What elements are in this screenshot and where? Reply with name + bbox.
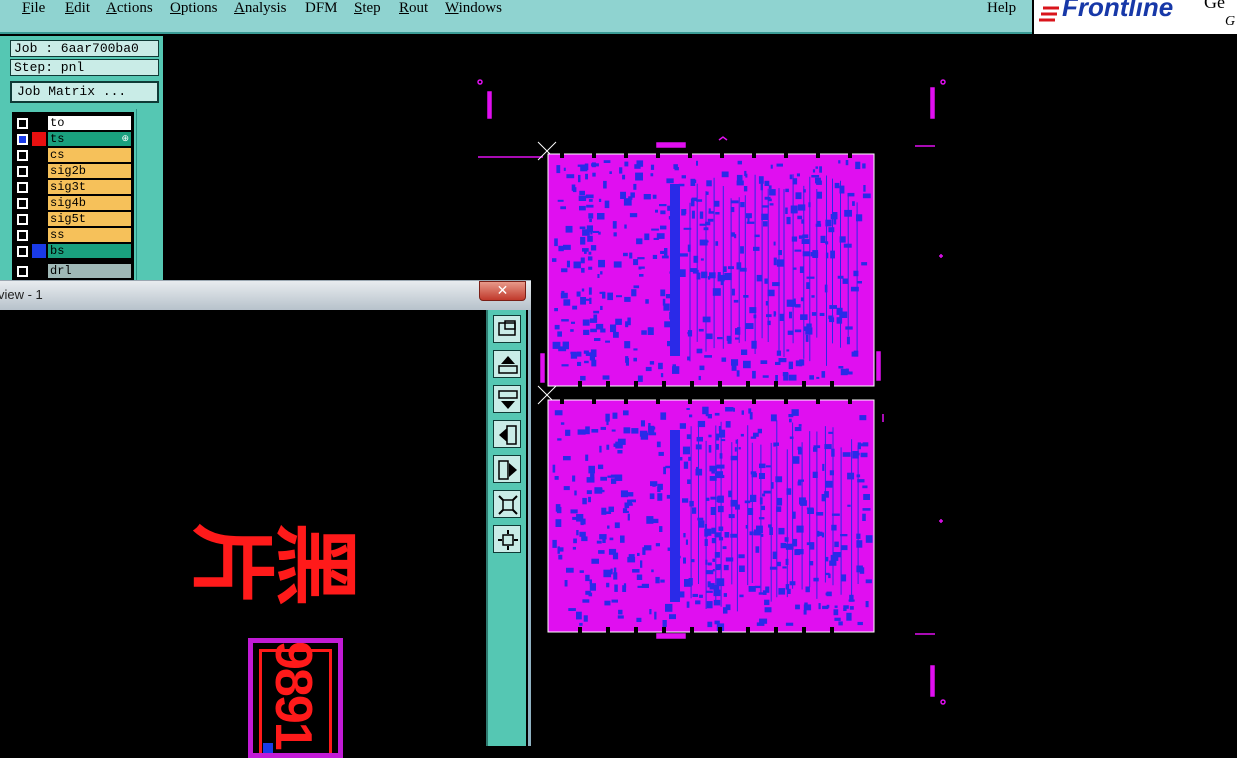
layer-color-swatch[interactable] (32, 180, 46, 194)
preview-toolbar (486, 310, 526, 746)
menu-rout[interactable]: Rout (399, 0, 428, 17)
zoom-out-button[interactable] (493, 525, 521, 553)
zoom-window-button[interactable] (493, 315, 521, 343)
pan-right-icon (498, 460, 517, 480)
layer-row-sig4b[interactable]: sig4b (12, 196, 134, 211)
layer-checkbox[interactable] (17, 166, 28, 177)
logo-cut-text: Ge (1204, 0, 1225, 12)
pan-left-icon (499, 425, 517, 445)
zoom-window-icon (498, 320, 516, 336)
preview-window: view - 1 ✕ 黑片 9891 (0, 280, 531, 758)
preview-number-frame: 9891 (248, 638, 343, 758)
layer-row-sig3t[interactable]: sig3t (12, 180, 134, 195)
job-matrix-button[interactable]: Job Matrix ... (10, 81, 159, 103)
preview-window-title: view - 1 (0, 287, 43, 302)
layer-color-swatch[interactable] (32, 212, 46, 226)
layer-row-ts[interactable]: ts ⊕ (12, 132, 134, 147)
layer-list: to ts ⊕ cs sig2b sig3t sig4b sig5t ss bs drl (12, 112, 134, 282)
layer-row-bs[interactable]: bs (12, 244, 134, 259)
frontline-logo-icon (1039, 6, 1059, 22)
layer-checkbox[interactable] (17, 266, 28, 277)
layer-color-swatch[interactable] (32, 132, 46, 146)
layer-name[interactable]: drl (48, 264, 131, 278)
layer-checkbox[interactable] (17, 214, 28, 225)
layer-color-swatch[interactable] (32, 148, 46, 162)
pcb-board (547, 398, 875, 633)
layer-checkbox[interactable] (17, 150, 28, 161)
menu-step[interactable]: Step (354, 0, 381, 17)
logo-cut-subtext: G (1225, 14, 1236, 29)
layer-checkbox[interactable] (17, 134, 28, 145)
layer-affected-mark: ⊕ (121, 134, 129, 144)
job-panel: Job : 6aar700ba0 Step: pnl Job Matrix ..… (0, 36, 163, 289)
layer-row-cs[interactable]: cs (12, 148, 134, 163)
menu-windows[interactable]: Windows (445, 0, 502, 17)
layer-row-ss[interactable]: ss (12, 228, 134, 243)
menu-help[interactable]: Help (987, 0, 1016, 17)
logo-text: Frontline (1062, 0, 1174, 22)
pan-right-button[interactable] (493, 455, 521, 483)
menu-dfm[interactable]: DFM (305, 0, 338, 17)
menu-file[interactable]: File (22, 0, 45, 17)
layer-color-swatch[interactable] (32, 244, 46, 258)
layer-name[interactable]: sig4b (48, 196, 131, 210)
pan-up-icon (498, 356, 518, 374)
layer-color-swatch[interactable] (32, 196, 46, 210)
layer-row-sig5t[interactable]: sig5t (12, 212, 134, 227)
layer-row-drl[interactable]: drl (12, 264, 134, 279)
step-label: Step: pnl (10, 59, 159, 76)
layer-name[interactable]: sig2b (48, 164, 131, 178)
preview-window-titlebar[interactable]: view - 1 ✕ (0, 280, 531, 310)
layer-checkbox[interactable] (17, 182, 28, 193)
zoom-in-button[interactable] (493, 490, 521, 518)
layer-name[interactable]: cs (48, 148, 131, 162)
pan-down-icon (498, 390, 518, 409)
job-label: Job : 6aar700ba0 (10, 40, 159, 57)
pan-down-button[interactable] (493, 385, 521, 413)
layer-name[interactable]: sig3t (48, 180, 131, 194)
layer-color-swatch[interactable] (32, 116, 46, 130)
zoom-in-icon (498, 495, 518, 515)
preview-chinese-text: 黑片 (192, 509, 360, 607)
pan-left-button[interactable] (493, 420, 521, 448)
preview-number: 9891 (264, 641, 322, 749)
layer-row-to[interactable]: to (12, 116, 134, 131)
layer-name[interactable]: ss (48, 228, 131, 242)
layer-row-sig2b[interactable]: sig2b (12, 164, 134, 179)
pcb-board (547, 152, 875, 387)
menu-actions[interactable]: Actions (106, 0, 153, 17)
layer-checkbox[interactable] (17, 230, 28, 241)
layer-color-swatch[interactable] (32, 264, 46, 278)
pan-up-button[interactable] (493, 350, 521, 378)
layer-name[interactable]: sig5t (48, 212, 131, 226)
menu-bar: File Edit Actions Options Analysis DFM Step Rou… (0, 0, 1032, 34)
layer-list-scrollbar[interactable] (136, 109, 161, 289)
menu-edit[interactable]: Edit (65, 0, 90, 17)
layer-name[interactable]: bs (48, 244, 131, 258)
frontline-logo: Frontline Ge G (1034, 0, 1237, 34)
zoom-out-icon (498, 530, 518, 550)
menu-analysis[interactable]: Analysis (234, 0, 287, 17)
layer-name[interactable]: to (48, 116, 131, 130)
layer-checkbox[interactable] (17, 118, 28, 129)
menu-options[interactable]: Options (170, 0, 218, 17)
layer-checkbox[interactable] (17, 198, 28, 209)
layer-color-swatch[interactable] (32, 164, 46, 178)
close-icon: ✕ (496, 283, 509, 299)
preview-canvas[interactable]: 黑片 9891 (0, 310, 531, 758)
close-button[interactable]: ✕ (479, 281, 526, 301)
layer-name[interactable]: ts ⊕ (48, 132, 131, 146)
layer-color-swatch[interactable] (32, 228, 46, 242)
layer-checkbox[interactable] (17, 246, 28, 257)
